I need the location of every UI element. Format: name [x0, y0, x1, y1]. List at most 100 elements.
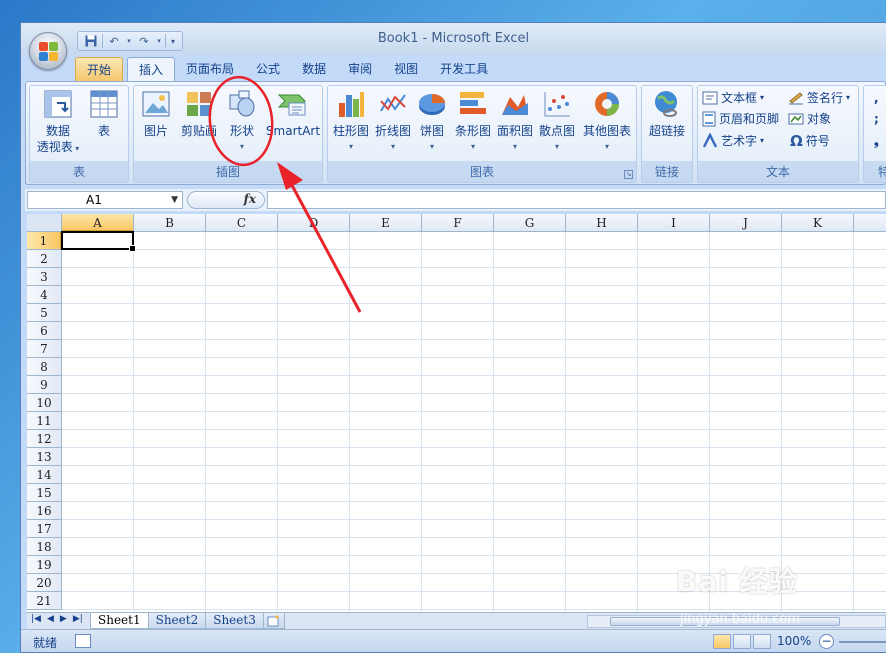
object-button[interactable]: 对象: [788, 109, 831, 129]
next-sheet-icon[interactable]: ▶: [60, 614, 67, 624]
active-cell-a1[interactable]: [61, 231, 136, 252]
sheet-tab-sheet1[interactable]: Sheet1: [90, 613, 149, 629]
first-sheet-icon[interactable]: |◀: [31, 614, 41, 624]
column-header-k[interactable]: K: [782, 214, 854, 232]
column-header-a[interactable]: A: [62, 214, 134, 232]
picture-button[interactable]: 图片: [136, 89, 176, 139]
group-label-special: 特: [864, 163, 886, 180]
column-header-l[interactable]: L: [854, 214, 886, 232]
insert-function-icon[interactable]: fx: [244, 192, 256, 206]
row-header-6[interactable]: 6: [27, 322, 62, 340]
scatter-chart-button[interactable]: 散点图 ▾: [536, 89, 578, 155]
sheet-tab-sheet3[interactable]: Sheet3: [205, 613, 264, 629]
tab-data[interactable]: 数据: [291, 57, 337, 81]
pivot-table-icon: [44, 90, 72, 118]
zoom-out-icon[interactable]: −: [819, 634, 834, 649]
last-sheet-icon[interactable]: ▶|: [73, 614, 83, 624]
shapes-icon: [229, 90, 255, 117]
column-header-g[interactable]: G: [494, 214, 566, 232]
header-footer-button[interactable]: 页眉和页脚: [702, 109, 779, 129]
column-header-j[interactable]: J: [710, 214, 782, 232]
clipart-button[interactable]: 剪贴画: [178, 89, 220, 139]
page-break-view-icon[interactable]: [753, 634, 771, 649]
row-header-12[interactable]: 12: [27, 430, 62, 448]
insert-sheet-icon[interactable]: [262, 613, 285, 629]
charts-dialog-launcher[interactable]: ↘: [624, 170, 633, 179]
row-header-14[interactable]: 14: [27, 466, 62, 484]
comma-bold-symbol-button[interactable]: ❟: [874, 131, 879, 151]
row-header-10[interactable]: 10: [27, 394, 62, 412]
group-text: 文本框 ▾ 页眉和页脚 艺术字 ▾ 签名行 ▾ 对象 Ω 符号 文本: [697, 85, 859, 183]
column-header-c[interactable]: C: [206, 214, 278, 232]
semicolon-symbol-button[interactable]: ;: [874, 109, 879, 129]
name-box-dropdown-icon[interactable]: ▼: [171, 192, 178, 208]
row-header-17[interactable]: 17: [27, 520, 62, 538]
symbol-button[interactable]: Ω 符号: [790, 131, 830, 151]
name-box[interactable]: A1 ▼: [27, 191, 183, 209]
pivot-table-button[interactable]: 数据 透视表 ▾: [34, 89, 82, 157]
page-layout-view-icon[interactable]: [733, 634, 751, 649]
bar-chart-button[interactable]: 条形图 ▾: [452, 89, 494, 155]
row-header-8[interactable]: 8: [27, 358, 62, 376]
tab-home[interactable]: 开始: [75, 57, 124, 81]
table-button[interactable]: 表: [84, 89, 124, 139]
hyperlink-button[interactable]: 超链接: [644, 89, 690, 139]
smartart-button[interactable]: SmartArt: [264, 89, 322, 139]
macro-record-icon[interactable]: [75, 634, 91, 648]
line-chart-button[interactable]: 折线图 ▾: [372, 89, 414, 155]
tab-formulas[interactable]: 公式: [245, 57, 291, 81]
tab-page-layout[interactable]: 页面布局: [175, 57, 245, 81]
formula-input[interactable]: [267, 191, 886, 209]
sheet-navigation: |◀ ◀ ▶ ▶|: [31, 614, 83, 624]
textbox-button[interactable]: 文本框 ▾: [702, 88, 764, 108]
worksheet-grid[interactable]: ABCDEFGHIJKL 123456789101112131415161718…: [27, 214, 886, 612]
zoom-level[interactable]: 100%: [777, 634, 811, 648]
column-header-e[interactable]: E: [350, 214, 422, 232]
column-header-b[interactable]: B: [134, 214, 206, 232]
row-header-4[interactable]: 4: [27, 286, 62, 304]
object-icon: [788, 113, 804, 125]
normal-view-icon[interactable]: [713, 634, 731, 649]
select-all-corner[interactable]: [27, 214, 62, 232]
tab-insert[interactable]: 插入: [127, 57, 176, 81]
row-header-1[interactable]: 1: [27, 232, 62, 250]
row-header-13[interactable]: 13: [27, 448, 62, 466]
view-buttons: [713, 634, 771, 649]
other-charts-button[interactable]: 其他图表 ▾: [580, 89, 634, 155]
row-header-19[interactable]: 19: [27, 556, 62, 574]
tab-view[interactable]: 视图: [383, 57, 429, 81]
row-header-15[interactable]: 15: [27, 484, 62, 502]
row-header-16[interactable]: 16: [27, 502, 62, 520]
line-chart-icon: [380, 94, 406, 112]
column-header-h[interactable]: H: [566, 214, 638, 232]
tab-developer[interactable]: 开发工具: [429, 57, 499, 81]
row-header-3[interactable]: 3: [27, 268, 62, 286]
row-header-20[interactable]: 20: [27, 574, 62, 592]
row-header-2[interactable]: 2: [27, 250, 62, 268]
picture-icon: [142, 91, 170, 117]
area-chart-button[interactable]: 面积图 ▾: [494, 89, 536, 155]
row-header-21[interactable]: 21: [27, 592, 62, 610]
smartart-icon: [277, 94, 306, 116]
signature-line-button[interactable]: 签名行 ▾: [788, 88, 850, 108]
office-button[interactable]: [29, 32, 67, 70]
shapes-button[interactable]: 形状 ▾: [220, 89, 264, 155]
column-header-f[interactable]: F: [422, 214, 494, 232]
row-header-5[interactable]: 5: [27, 304, 62, 322]
tab-review[interactable]: 审阅: [337, 57, 383, 81]
comma-symbol-button[interactable]: ,: [874, 88, 879, 108]
row-header-18[interactable]: 18: [27, 538, 62, 556]
row-header-7[interactable]: 7: [27, 340, 62, 358]
prev-sheet-icon[interactable]: ◀: [47, 614, 54, 624]
column-header-i[interactable]: I: [638, 214, 710, 232]
ribbon: 数据 透视表 ▾ 表 表 图片 剪贴画 形状 ▾ SmartArt 插图 柱形图…: [25, 81, 886, 185]
cell-area[interactable]: [62, 232, 886, 612]
column-chart-button[interactable]: 柱形图 ▾: [330, 89, 372, 155]
row-header-11[interactable]: 11: [27, 412, 62, 430]
sheet-tab-sheet2[interactable]: Sheet2: [147, 613, 207, 629]
column-header-d[interactable]: D: [278, 214, 350, 232]
row-header-9[interactable]: 9: [27, 376, 62, 394]
zoom-slider[interactable]: [839, 641, 886, 643]
wordart-button[interactable]: 艺术字 ▾: [702, 131, 764, 151]
pie-chart-button[interactable]: 饼图 ▾: [414, 89, 450, 155]
